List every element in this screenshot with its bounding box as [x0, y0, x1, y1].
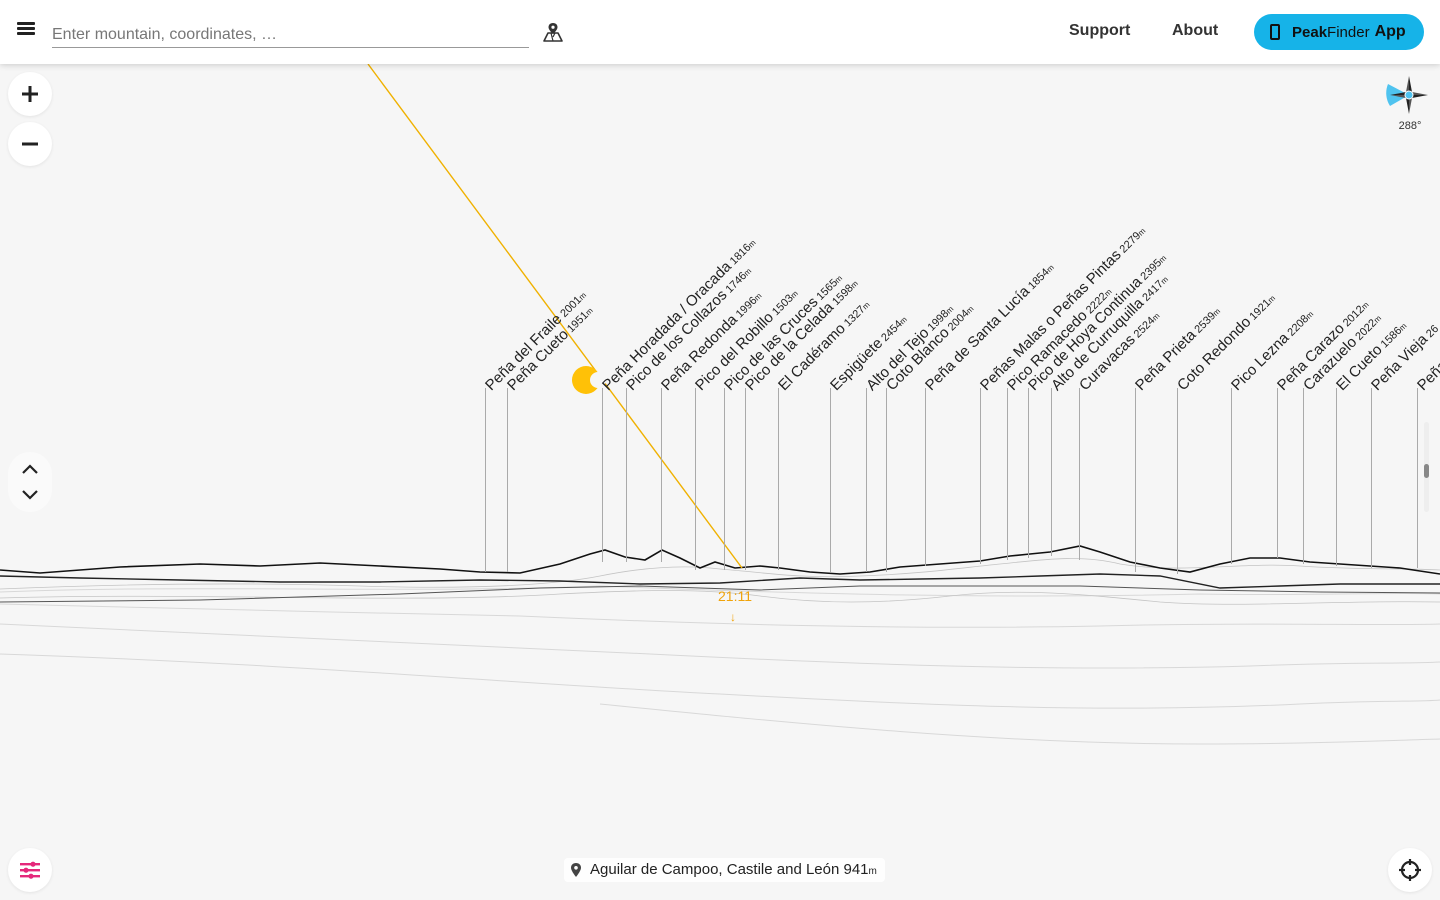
location-elevation-unit: m [868, 866, 877, 877]
peak-leader-line [1417, 388, 1418, 568]
peak-leader-line [1277, 388, 1278, 558]
peak-leader-line [1231, 388, 1232, 564]
settings-button[interactable] [8, 848, 52, 892]
peak-leader-line [1371, 388, 1372, 568]
menu-icon[interactable] [16, 20, 40, 44]
top-bar: Support About PeakFinderApp [0, 0, 1440, 64]
peak-leader-line [778, 388, 779, 570]
minus-icon [22, 142, 38, 146]
tilt-up-button[interactable] [20, 462, 40, 476]
search-input[interactable] [52, 22, 529, 48]
location-elevation: 941 [843, 861, 869, 878]
peak-leader-line [1177, 388, 1178, 574]
plus-icon [22, 86, 38, 102]
support-link[interactable]: Support [1069, 22, 1130, 40]
locate-button[interactable] [1388, 848, 1432, 892]
peak-leader-line [830, 388, 831, 572]
app-button-label-peak: Peak [1292, 23, 1328, 41]
compass-icon [1386, 76, 1428, 114]
sliders-icon [20, 861, 40, 879]
peak-leader-line [1079, 388, 1080, 560]
peak-leader-line [925, 388, 926, 566]
panorama-view[interactable]: Peña del Fraile2001m Peña Cueto1951m Peña … [0, 64, 1440, 900]
peak-leader-line [866, 388, 867, 572]
peak-leader-line [1028, 388, 1029, 558]
peak-leader-line [507, 388, 508, 572]
peakfinder-app-button[interactable]: Peak Finder App [1254, 14, 1424, 50]
phone-icon [1270, 24, 1280, 40]
peak-leader-line [724, 388, 725, 570]
location-bar[interactable]: Aguilar de Campoo, Castile and León 941m [564, 858, 885, 882]
peak-leader-line [1336, 388, 1337, 566]
terrain-drawing [0, 64, 1440, 745]
zoom-out-button[interactable] [8, 122, 52, 166]
zoom-in-button[interactable] [8, 72, 52, 116]
peak-leader-line [1303, 388, 1304, 564]
chevron-down-icon [22, 490, 38, 500]
crosshair-icon [1399, 859, 1421, 881]
about-link[interactable]: About [1172, 22, 1218, 40]
peak-leader-line [745, 388, 746, 570]
location-name: Aguilar de Campoo, Castile and León [590, 861, 840, 878]
peak-leader-line [1051, 388, 1052, 556]
peak-leader-line [626, 388, 627, 562]
peak-leader-line [980, 388, 981, 564]
sun-time-label: 21:11 [718, 588, 752, 604]
heading-readout: 288° [1398, 120, 1422, 132]
map-pin-icon[interactable] [540, 20, 566, 46]
peak-leader-line [886, 388, 887, 572]
tilt-down-button[interactable] [20, 488, 40, 502]
peak-leader-line [695, 388, 696, 570]
location-pin-icon [571, 863, 581, 877]
compass-button[interactable] [1386, 72, 1432, 118]
app-button-label-finder: Finder [1327, 23, 1370, 41]
scrollbar-thumb[interactable] [1424, 464, 1429, 478]
tilt-control [8, 452, 52, 512]
sun-arrow-icon: ↓ [730, 610, 736, 624]
app-button-label-app: App [1374, 23, 1406, 40]
peak-leader-line [485, 388, 486, 572]
peak-leader-line [1135, 388, 1136, 572]
peak-leader-line [602, 388, 603, 562]
peak-leader-line [661, 388, 662, 562]
chevron-up-icon [22, 464, 38, 474]
peak-leader-line [1007, 388, 1008, 560]
